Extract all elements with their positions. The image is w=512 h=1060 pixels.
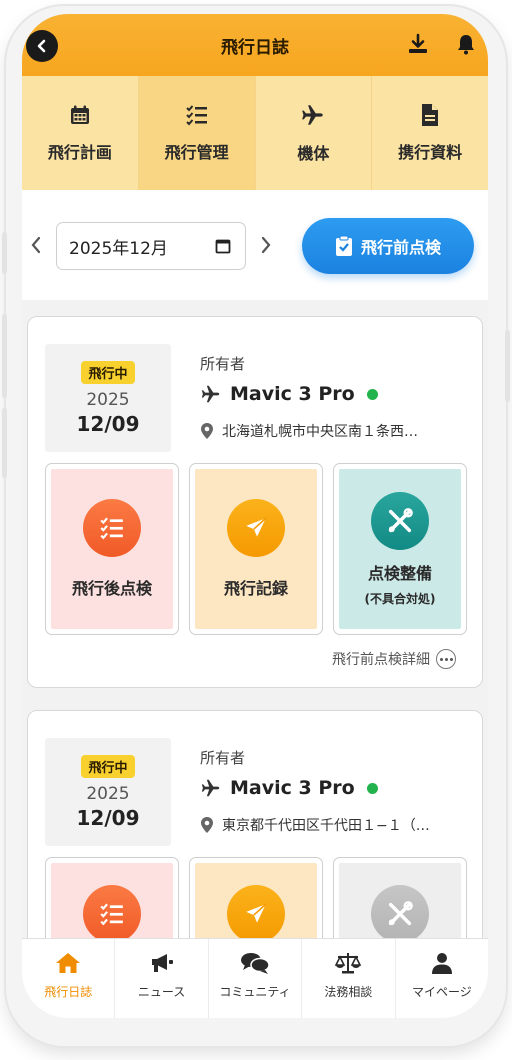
top-tab-bar: 飛行計画 飛行管理 機体 携行資料 bbox=[22, 76, 488, 190]
owner-label: 所有者 bbox=[200, 749, 246, 767]
maintenance-button[interactable]: 点検整備 (不具合対処) bbox=[333, 463, 467, 635]
aircraft-row: Mavic 3 Pro bbox=[200, 383, 378, 405]
nav-label: ニュース bbox=[137, 985, 186, 999]
send-circle bbox=[227, 499, 285, 557]
action-tile-body: 飛行後点検 bbox=[51, 469, 173, 629]
flight-year: 2025 bbox=[86, 389, 130, 410]
owner-label: 所有者 bbox=[200, 355, 246, 373]
chevron-left-icon bbox=[31, 236, 41, 254]
location-row: 東京都千代田区千代田１−１（… bbox=[200, 815, 470, 835]
date-box: 飛行中 2025 12/09 bbox=[45, 344, 171, 452]
maintenance-sublabel: (不具合対処) bbox=[364, 591, 436, 606]
calendar-icon bbox=[70, 105, 89, 124]
bell-icon[interactable] bbox=[454, 32, 478, 56]
tab-label: 飛行管理 bbox=[164, 143, 229, 162]
location-pin-icon bbox=[201, 817, 213, 833]
home-icon bbox=[56, 953, 81, 973]
flight-year: 2025 bbox=[86, 783, 130, 804]
megaphone-icon bbox=[151, 954, 173, 972]
nav-item-news[interactable]: ニュース bbox=[115, 939, 209, 1018]
tools-icon bbox=[388, 901, 413, 926]
post-flight-check-button[interactable]: 飛行後点検 bbox=[45, 463, 179, 635]
tab-label: 機体 bbox=[297, 144, 330, 163]
phone-side-button bbox=[2, 232, 7, 274]
flight-date: 12/09 bbox=[76, 411, 140, 436]
airplane-icon bbox=[302, 105, 324, 125]
tab-label: 携行資料 bbox=[398, 143, 463, 162]
more-icon bbox=[436, 649, 456, 669]
aircraft-name: Mavic 3 Pro bbox=[230, 777, 355, 799]
send-circle bbox=[227, 885, 285, 943]
online-status-dot bbox=[366, 782, 378, 794]
chevron-right-icon bbox=[261, 236, 271, 254]
location-pin-icon bbox=[201, 423, 213, 439]
preflight-details-link[interactable]: 飛行前点検詳細 bbox=[332, 649, 456, 669]
flight-record-button[interactable]: 飛行記録 bbox=[189, 463, 323, 635]
download-icon[interactable] bbox=[406, 32, 430, 56]
status-badge: 飛行中 bbox=[81, 754, 135, 778]
aircraft-name: Mavic 3 Pro bbox=[230, 383, 355, 405]
tools-icon bbox=[388, 507, 413, 532]
checklist-circle bbox=[83, 885, 141, 943]
scale-icon bbox=[335, 953, 362, 974]
location-row: 北海道札幌市中央区南１条西… bbox=[200, 421, 470, 441]
tab-label: 飛行計画 bbox=[47, 143, 112, 162]
phone-power-button bbox=[505, 330, 510, 402]
clipboard-check-icon bbox=[335, 235, 352, 256]
flight-date: 12/09 bbox=[76, 805, 140, 830]
phone-side-button bbox=[2, 314, 7, 398]
paper-plane-icon bbox=[246, 517, 267, 537]
location-text: 東京都千代田区千代田１−１（… bbox=[222, 818, 430, 834]
online-status-dot bbox=[366, 388, 378, 400]
month-value: 2025年12月 bbox=[69, 238, 168, 259]
next-month-button[interactable] bbox=[256, 230, 276, 260]
checklist-icon bbox=[185, 105, 207, 126]
tools-circle bbox=[371, 885, 429, 943]
flight-log-card[interactable]: 飛行中 2025 12/09 所有者 Mavic 3 Pro 北海道札幌市中央区… bbox=[27, 316, 483, 688]
preflight-check-button[interactable]: 飛行前点検 bbox=[302, 218, 474, 274]
airplane-icon bbox=[201, 779, 220, 797]
status-badge: 飛行中 bbox=[81, 360, 135, 384]
app-header: 飛行日誌 bbox=[22, 14, 488, 76]
maintenance-label: 点検整備 bbox=[367, 563, 432, 583]
action-tile-body: 点検整備 (不具合対処) bbox=[339, 469, 461, 629]
location-text: 北海道札幌市中央区南１条西… bbox=[222, 424, 418, 440]
tab-carry-documents[interactable]: 携行資料 bbox=[372, 76, 488, 190]
tab-flight-plan[interactable]: 飛行計画 bbox=[22, 76, 139, 190]
post-flight-check-label: 飛行後点検 bbox=[71, 579, 152, 598]
calendar-icon[interactable] bbox=[215, 238, 231, 254]
nav-item-flight-log[interactable]: 飛行日誌 bbox=[22, 939, 116, 1018]
nav-label: 法務相談 bbox=[324, 985, 373, 999]
tools-circle bbox=[371, 491, 429, 550]
phone-side-button bbox=[2, 408, 7, 478]
flight-record-label: 飛行記録 bbox=[223, 579, 288, 598]
preflight-check-label: 飛行前点検 bbox=[360, 238, 441, 257]
bottom-nav: 飛行日誌 ニュース コミュニティ 法務相談 マイページ bbox=[22, 938, 488, 1018]
document-icon bbox=[422, 104, 439, 126]
prev-month-button[interactable] bbox=[26, 230, 46, 260]
nav-label: マイページ bbox=[411, 985, 472, 999]
tab-flight-management[interactable]: 飛行管理 bbox=[138, 76, 256, 190]
checklist-icon bbox=[100, 517, 123, 540]
checklist-circle bbox=[83, 499, 141, 557]
date-toolbar: 2025年12月 飛行前点検 bbox=[22, 190, 488, 300]
nav-label: 飛行日誌 bbox=[44, 985, 93, 999]
date-box: 飛行中 2025 12/09 bbox=[45, 738, 171, 846]
tab-aircraft[interactable]: 機体 bbox=[256, 76, 373, 190]
nav-label: コミュニティ bbox=[219, 985, 291, 999]
nav-item-legal[interactable]: 法務相談 bbox=[302, 939, 396, 1018]
aircraft-row: Mavic 3 Pro bbox=[200, 777, 378, 799]
month-picker[interactable]: 2025年12月 bbox=[56, 222, 246, 270]
action-tile-body: 飛行記録 bbox=[195, 469, 317, 629]
airplane-icon bbox=[201, 385, 220, 403]
app-screen: 飛行日誌 飛行計画 飛行管理 機体 携行資料 2025年12月 飛行前点検 飛行… bbox=[22, 14, 488, 1018]
paper-plane-icon bbox=[246, 903, 267, 923]
nav-item-community[interactable]: コミュニティ bbox=[209, 939, 303, 1018]
chat-icon bbox=[241, 953, 270, 974]
checklist-icon bbox=[100, 903, 123, 926]
nav-item-my-page[interactable]: マイページ bbox=[396, 939, 488, 1018]
details-link-label: 飛行前点検詳細 bbox=[332, 652, 430, 668]
user-icon bbox=[431, 953, 452, 974]
